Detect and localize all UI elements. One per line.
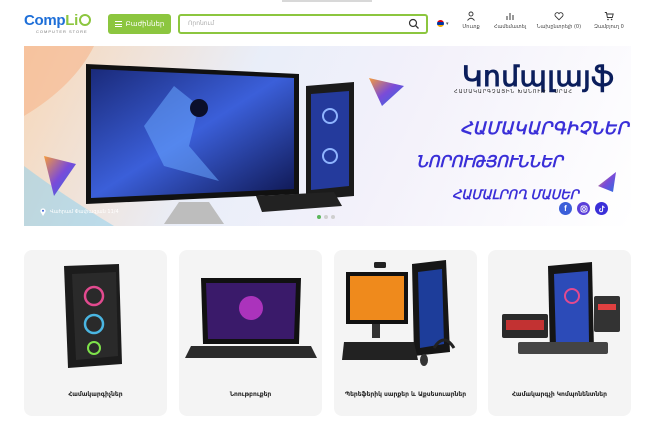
category-label: Համակարգիչներ <box>68 391 123 398</box>
banner-address: Վահրամ Փափազյան 11/4 <box>40 208 119 216</box>
peripherals-image <box>342 260 456 366</box>
banner-line-notebooks: ՆՈՐՈՒԹՅՈՒՆՆԵՐ <box>416 154 563 171</box>
category-label: Նոութբուքեր <box>229 391 272 398</box>
user-icon <box>467 11 475 21</box>
facebook-icon[interactable]: f <box>559 202 572 215</box>
cart-icon <box>604 12 614 21</box>
logo-wordmark: CompLi <box>24 13 94 28</box>
cart-link[interactable]: Զամբյուղ 0 <box>591 11 627 37</box>
compare-link[interactable]: Համեմատել <box>490 11 530 37</box>
chevron-down-icon: ▾ <box>446 21 449 27</box>
catalog-button[interactable]: Բաժիններ <box>108 14 171 34</box>
category-label: Պերեֆերիկ սարքեր և Աքսեսուարներ <box>344 391 467 398</box>
logo[interactable]: CompLi COMPUTER STORE <box>24 13 94 35</box>
desktop-pc-image <box>64 264 122 368</box>
menu-icon <box>114 21 122 27</box>
category-card-components[interactable]: Համակարգչի Կոմպոնենտներ <box>488 250 631 416</box>
category-cards: Համակարգիչներ Նոութբուքեր Պերեֆերիկ սարք… <box>24 250 631 416</box>
banner-line-parts: ՀԱՄԱԼՐՈՂ ՄԱՍԵՐ <box>452 187 579 202</box>
category-card-peripherals[interactable]: Պերեֆերիկ սարքեր և Աքսեսուարներ <box>334 250 477 416</box>
hero-banner[interactable]: Կոմպլայֆ ՀԱՄԱԿԱՐԳՉԱՅԻՆ ԽԱՆՈՒԹ - ՍՐԱՀ ՀԱՄ… <box>24 46 631 226</box>
login-label: Մուտք <box>462 24 480 30</box>
banner-line-computers: ՀԱՄԱԿԱՐԳԻՉՆԵՐ <box>460 119 629 138</box>
heart-icon <box>554 12 564 21</box>
compare-label: Համեմատել <box>493 24 527 30</box>
login-link[interactable]: Մուտք <box>458 11 484 37</box>
pc-components-image <box>502 262 620 354</box>
search-input[interactable]: Որոնում <box>178 14 428 34</box>
slider-dot[interactable] <box>324 215 328 219</box>
catalog-button-label: Բաժիններ <box>125 20 165 28</box>
location-pin-icon <box>40 208 46 216</box>
favorites-label: Նախընտրելի (0) <box>536 24 582 30</box>
logo-tagline: COMPUTER STORE <box>36 29 88 34</box>
notebook-image <box>185 278 317 358</box>
category-card-computers[interactable]: Համակարգիչներ <box>24 250 167 416</box>
slider-dot[interactable] <box>317 215 321 219</box>
slider-dot[interactable] <box>331 215 335 219</box>
search-icon[interactable] <box>408 18 420 30</box>
armenia-flag-icon <box>437 20 444 27</box>
site-header: CompLi COMPUTER STORE Բաժիններ Որոնում ▾… <box>0 6 655 40</box>
tiktok-icon[interactable] <box>595 202 608 215</box>
top-accent-line <box>282 0 372 2</box>
banner-address-text: Վահրամ Փափազյան 11/4 <box>50 209 119 215</box>
search-placeholder: Որոնում <box>188 20 215 27</box>
compare-icon <box>506 13 514 20</box>
slider-dots <box>317 215 335 219</box>
category-card-notebooks[interactable]: Նոութբուքեր <box>179 250 322 416</box>
cart-label: Զամբյուղ 0 <box>594 24 624 30</box>
language-selector[interactable]: ▾ <box>437 19 455 29</box>
category-label: Համակարգչի Կոմպոնենտներ <box>512 391 607 398</box>
banner-subtitle: ՀԱՄԱԿԱՐԳՉԱՅԻՆ ԽԱՆՈՒԹ - ՍՐԱՀ <box>454 89 573 95</box>
favorites-link[interactable]: Նախընտրելի (0) <box>535 11 583 37</box>
instagram-icon[interactable] <box>577 202 590 215</box>
